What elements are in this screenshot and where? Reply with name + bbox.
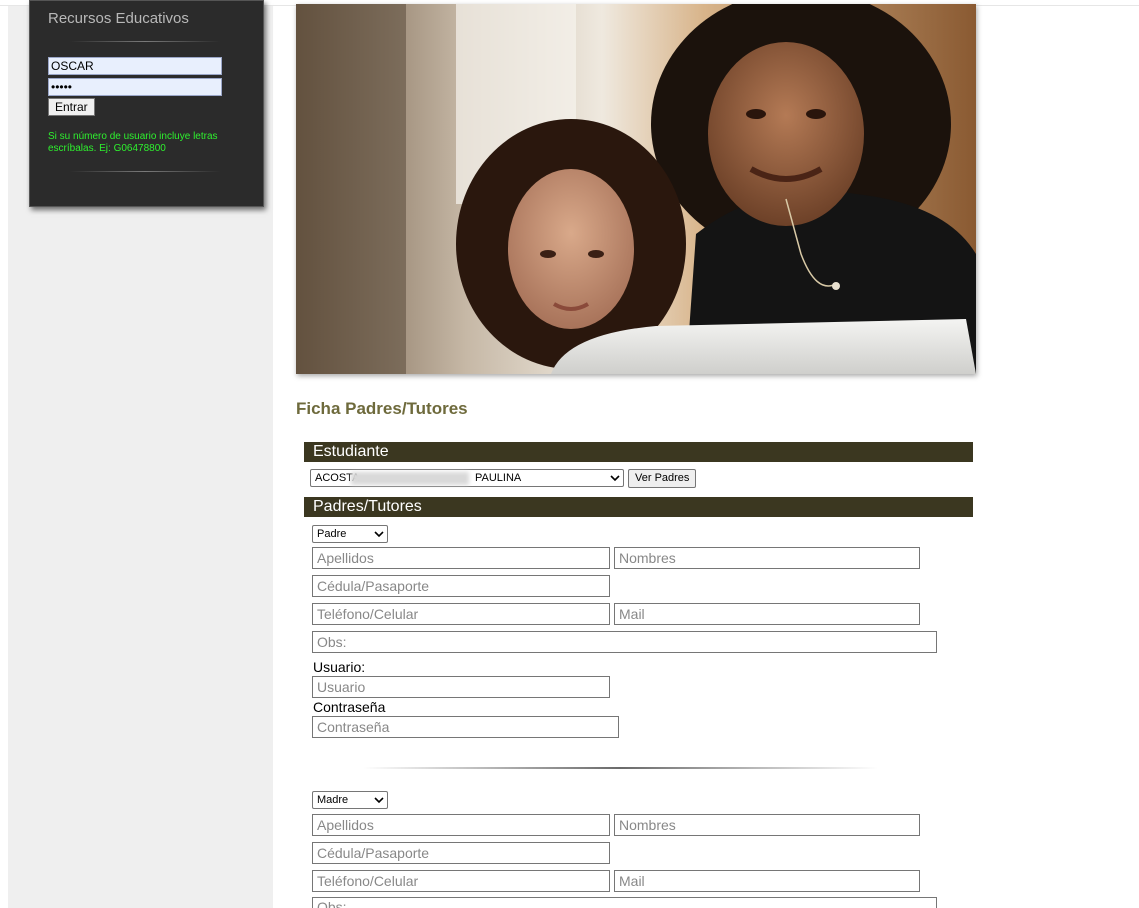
username-input[interactable]: OSCAR [48,57,222,75]
sidebar-title: Recursos Educativos [48,10,189,27]
mother-apellidos-input[interactable]: Apellidos [312,814,610,836]
contrasena-input[interactable]: Contraseña [312,716,619,738]
father-nombres-input[interactable]: Nombres [614,547,920,569]
section-estudiante-label: Estudiante [313,443,389,460]
relation-select-father[interactable]: Padre [312,525,388,543]
chevron-down-icon [374,797,384,804]
father-cedula-input[interactable]: Cédula/Pasaporte [312,575,610,597]
contrasena-label: Contraseña [313,699,386,715]
relation-value: Padre [317,528,347,540]
student-select[interactable]: ACOSTA PAULINA [310,469,624,487]
father-telefono-input[interactable]: Teléfono/Celular [312,603,610,625]
chevron-down-icon [374,531,384,538]
mother-telefono-input[interactable]: Teléfono/Celular [312,870,610,892]
divider [363,767,878,769]
ver-padres-button[interactable]: Ver Padres [628,469,697,488]
section-padres: Padres/Tutores [304,497,973,517]
login-panel: Recursos Educativos OSCAR ••••• Entrar S… [29,0,264,207]
divider [70,41,220,42]
section-estudiante: Estudiante [304,442,973,462]
mother-obs-input[interactable]: Obs: [312,897,937,908]
relation-select-mother[interactable]: Madre [312,791,388,809]
mother-nombres-input[interactable]: Nombres [614,814,920,836]
password-input[interactable]: ••••• [48,78,222,96]
mother-mail-input[interactable]: Mail [614,870,920,892]
chevron-down-icon [610,475,620,482]
redacted-name [351,472,469,485]
hero-photo-illustration [296,4,976,374]
page-title: Ficha Padres/Tutores [296,399,468,418]
usuario-label: Usuario: [313,659,366,675]
student-last-name: PAULINA [475,472,522,484]
login-button[interactable]: Entrar [48,98,95,116]
father-obs-input[interactable]: Obs: [312,631,937,653]
mother-cedula-input[interactable]: Cédula/Pasaporte [312,842,610,864]
section-padres-label: Padres/Tutores [313,498,422,515]
login-note: Si su número de usuario incluye letras e… [48,131,218,154]
father-apellidos-input[interactable]: Apellidos [312,547,610,569]
hero-photo [296,4,976,374]
relation-value: Madre [317,794,349,806]
divider [70,171,220,172]
usuario-input[interactable]: Usuario [312,676,610,698]
father-mail-input[interactable]: Mail [614,603,920,625]
